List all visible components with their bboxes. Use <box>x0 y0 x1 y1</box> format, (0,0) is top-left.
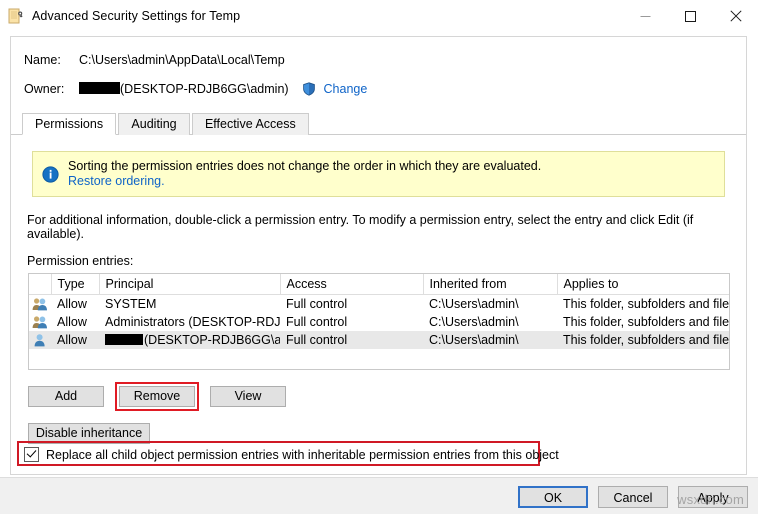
owner-row: Owner: (DESKTOP-RDJB6GG\admin) Change <box>11 79 746 99</box>
close-button[interactable] <box>713 0 758 32</box>
tab-effective-access[interactable]: Effective Access <box>191 113 309 135</box>
name-row: Name: C:\Users\admin\AppData\Local\Temp <box>11 50 746 70</box>
replace-child-permissions-row[interactable]: Replace all child object permission entr… <box>24 447 559 462</box>
permission-action-buttons: Add Remove View <box>28 382 746 411</box>
owner-value: (DESKTOP-RDJB6GG\admin) Change <box>79 82 367 96</box>
group-users-icon <box>29 295 51 314</box>
cell-type: Allow <box>51 331 99 349</box>
owner-label: Owner: <box>24 82 65 96</box>
replace-child-permissions-label: Replace all child object permission entr… <box>46 447 559 462</box>
sorting-notice-banner: Sorting the permission entries does not … <box>32 151 725 197</box>
cell-applies-to: This folder, subfolders and files <box>563 315 729 329</box>
restore-ordering-link[interactable]: Restore ordering. <box>68 174 165 188</box>
shield-icon <box>302 82 316 96</box>
permission-entries-table[interactable]: Type Principal Access Inherited from App… <box>28 273 730 370</box>
group-users-icon <box>29 313 51 331</box>
column-header-access[interactable]: Access <box>280 274 424 295</box>
column-header-type[interactable]: Type <box>51 274 100 295</box>
column-header-applies-to[interactable]: Applies to <box>557 274 729 295</box>
column-header-principal[interactable]: Principal <box>99 274 281 295</box>
column-header-inherited-from[interactable]: Inherited from <box>423 274 558 295</box>
name-value: C:\Users\admin\AppData\Local\Temp <box>79 53 285 67</box>
owner-account: (DESKTOP-RDJB6GG\admin) <box>120 82 289 96</box>
cell-access: Full control <box>280 331 423 349</box>
dialog-footer: OK Cancel Apply <box>0 477 758 514</box>
cell-applies-to: This folder, subfolders and files <box>563 297 729 311</box>
notice-text-block: Sorting the permission entries does not … <box>68 159 541 189</box>
cancel-button[interactable]: Cancel <box>598 486 668 508</box>
cell-inherited-from: C:\Users\admin\ <box>423 331 557 349</box>
add-button[interactable]: Add <box>28 386 104 407</box>
cell-principal: (DESKTOP-RDJB6GG\ad... <box>99 331 280 349</box>
cell-inherited-from: C:\Users\admin\ <box>429 315 519 329</box>
cell-access: Full control <box>286 297 348 311</box>
dialog-content-panel: Name: C:\Users\admin\AppData\Local\Temp … <box>10 36 747 475</box>
tab-auditing[interactable]: Auditing <box>118 113 190 135</box>
tab-strip: Permissions Auditing Effective Access <box>11 113 746 135</box>
watermark: wsxdn.com <box>677 492 744 507</box>
cell-principal: SYSTEM <box>105 297 157 311</box>
permission-entries-label: Permission entries: <box>27 254 134 268</box>
change-owner-link[interactable]: Change <box>324 82 368 96</box>
single-user-icon <box>29 331 51 349</box>
cell-type: Allow <box>57 297 87 311</box>
minimize-button[interactable] <box>623 0 668 32</box>
name-label: Name: <box>24 53 61 67</box>
cell-principal: Administrators (DESKTOP-RDJ... <box>105 315 280 329</box>
table-row[interactable]: Allow SYSTEM Full control C:\Users\admin… <box>29 295 729 314</box>
instruction-text: For additional information, double-click… <box>27 213 694 241</box>
notice-message: Sorting the permission entries does not … <box>68 159 542 173</box>
redaction-bar <box>105 334 143 345</box>
replace-child-permissions-checkbox[interactable] <box>24 447 39 462</box>
remove-button-annotation: Remove <box>115 382 199 411</box>
window-title: Advanced Security Settings for Temp <box>32 9 241 23</box>
view-button[interactable]: View <box>210 386 286 407</box>
cell-inherited-from: C:\Users\admin\ <box>429 297 519 311</box>
table-row[interactable]: Allow (DESKTOP-RDJB6GG\ad... Full contro… <box>29 331 729 349</box>
tab-permissions[interactable]: Permissions <box>22 113 117 135</box>
cell-principal-text: (DESKTOP-RDJB6GG\ad... <box>144 333 280 347</box>
table-header-row: Type Principal Access Inherited from App… <box>29 274 729 295</box>
title-bar: Advanced Security Settings for Temp <box>0 0 758 32</box>
ok-button[interactable]: OK <box>518 486 588 508</box>
remove-button[interactable]: Remove <box>119 386 195 407</box>
table-row[interactable]: Allow Administrators (DESKTOP-RDJ... Ful… <box>29 313 729 331</box>
cell-type: Allow <box>57 315 87 329</box>
cell-access: Full control <box>286 315 348 329</box>
maximize-button[interactable] <box>668 0 713 32</box>
info-icon <box>42 165 59 183</box>
folder-security-icon <box>8 8 24 24</box>
window-controls <box>623 0 758 32</box>
cell-applies-to: This folder, subfolders and files <box>557 331 729 349</box>
header-icon-spacer <box>29 274 52 295</box>
redaction-bar <box>79 82 120 94</box>
